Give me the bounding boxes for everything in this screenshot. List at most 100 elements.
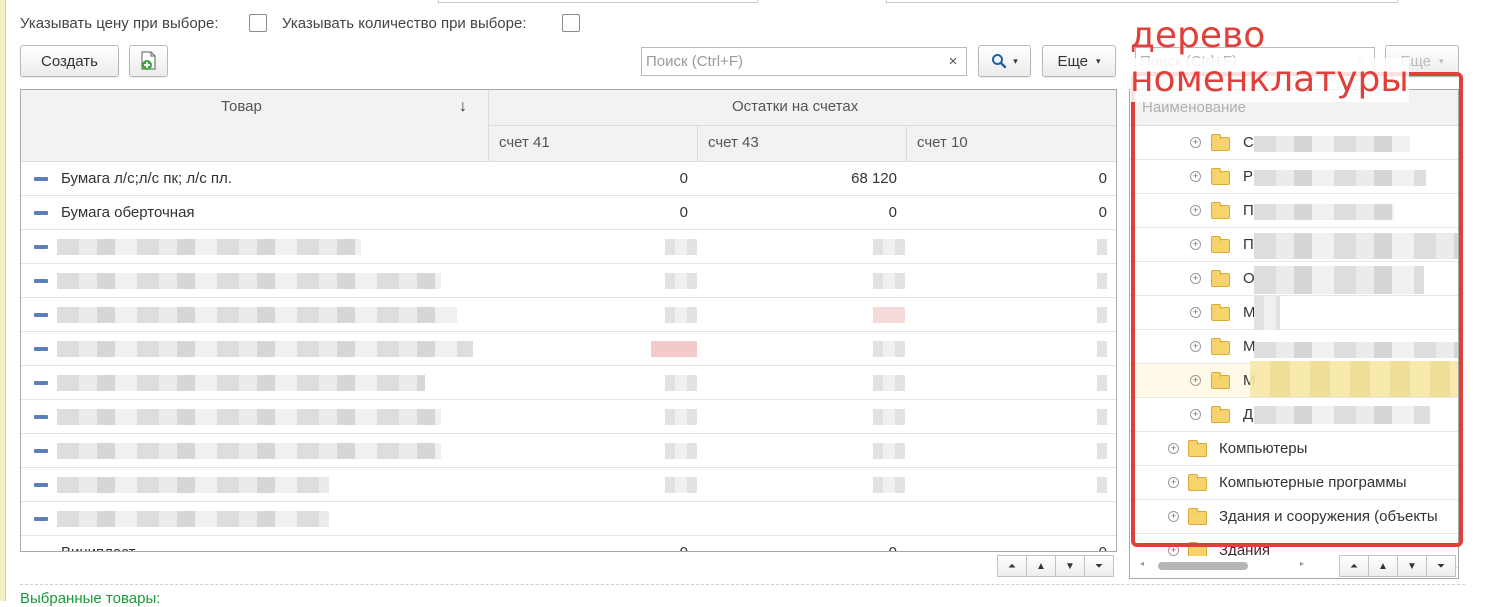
expand-icon[interactable]: +: [1190, 239, 1201, 250]
scroll-left-icon[interactable]: ◂: [1140, 559, 1144, 568]
create-copy-button[interactable]: [129, 45, 168, 77]
tree-item-selected[interactable]: + М: [1130, 361, 1458, 398]
expand-icon[interactable]: +: [1190, 171, 1201, 182]
tree-item[interactable]: + О: [1130, 262, 1458, 296]
scroll-right-icon[interactable]: ▸: [1300, 559, 1304, 568]
tree-scroll-bottom-button[interactable]: ⏷: [1426, 555, 1456, 577]
annotation-line-1: дерево: [1130, 15, 1266, 56]
table-row[interactable]: [21, 230, 1116, 264]
scroll-bottom-button[interactable]: ⏷: [1084, 555, 1114, 577]
redacted-value: [873, 443, 905, 459]
redacted-value: [1097, 375, 1107, 391]
tree-item[interactable]: + Д: [1130, 398, 1458, 432]
nomenclature-tree[interactable]: Наименование + С + Р + П + П + О + М + М…: [1129, 89, 1459, 579]
expand-icon[interactable]: +: [1190, 307, 1201, 318]
column-header-account-43[interactable]: счет 43: [698, 126, 907, 162]
search-clear-button[interactable]: ×: [940, 47, 967, 76]
account-10-value: 0: [1099, 544, 1107, 551]
create-button-label: Создать: [40, 52, 98, 70]
redacted-text: [1254, 266, 1424, 294]
window-left-border: [0, 0, 6, 601]
search-button[interactable]: ▾: [978, 45, 1031, 77]
show-price-checkbox[interactable]: [249, 14, 267, 32]
redacted-value: [1097, 477, 1107, 493]
scroll-top-button[interactable]: ⏶: [997, 555, 1027, 577]
table-row[interactable]: [21, 298, 1116, 332]
table-row[interactable]: [21, 332, 1116, 366]
tree-scroll-down-button[interactable]: ▼: [1397, 555, 1427, 577]
table-row[interactable]: [21, 366, 1116, 400]
tree-item[interactable]: + М: [1130, 330, 1458, 364]
tree-hscroll-thumb[interactable]: [1158, 562, 1248, 570]
expand-icon[interactable]: +: [1190, 137, 1201, 148]
tree-item-buildings-structures[interactable]: + Здания и сооружения (объекты: [1130, 500, 1458, 534]
column-header-account-10[interactable]: счет 10: [907, 126, 1116, 162]
redacted-text: [1254, 296, 1280, 330]
expand-icon[interactable]: +: [1190, 205, 1201, 216]
table-row[interactable]: Винипласт 0 0 0: [21, 536, 1116, 551]
tree-item-computers[interactable]: + Компьютеры: [1130, 432, 1458, 466]
last-icon: ⏷: [1095, 560, 1103, 572]
top-field-right[interactable]: [886, 0, 1398, 3]
account-10-value: 0: [1098, 204, 1107, 221]
expand-icon[interactable]: +: [1168, 443, 1179, 454]
top-field-left[interactable]: [438, 0, 758, 3]
account-43-value: 0: [889, 544, 897, 551]
tree-item[interactable]: + П: [1130, 194, 1458, 228]
table-row[interactable]: [21, 264, 1116, 298]
tree-item[interactable]: + М: [1130, 296, 1458, 330]
table-row[interactable]: [21, 502, 1116, 536]
table-row[interactable]: Бумага л/с;л/с пк; л/с пл. 0 68 120 0: [21, 162, 1116, 196]
scroll-up-button[interactable]: ▲: [1026, 555, 1056, 577]
search-placeholder: Поиск (Ctrl+F): [646, 53, 743, 70]
column-group-header-label: Остатки на счетах: [732, 98, 859, 115]
redacted-text: [57, 307, 457, 323]
redacted-text: [57, 341, 473, 357]
redacted-text: [1250, 361, 1458, 397]
product-name: Бумага л/с;л/с пк; л/с пл.: [61, 170, 232, 187]
expand-icon[interactable]: +: [1168, 545, 1179, 556]
tree-item-software[interactable]: + Компьютерные программы: [1130, 466, 1458, 500]
expand-icon[interactable]: +: [1168, 477, 1179, 488]
expand-icon[interactable]: +: [1190, 341, 1201, 352]
folder-icon: [1211, 134, 1230, 151]
redacted-text: [1254, 406, 1430, 424]
column-header-account-41-label: счет 41: [499, 134, 550, 151]
expand-icon[interactable]: +: [1190, 273, 1201, 284]
table-row[interactable]: [21, 468, 1116, 502]
tree-item-label: О: [1243, 270, 1255, 287]
tree-item[interactable]: + С: [1130, 126, 1458, 160]
column-header-account-41[interactable]: счет 41: [489, 126, 698, 162]
scroll-down-button[interactable]: ▼: [1055, 555, 1085, 577]
redacted-text: [57, 511, 329, 527]
column-header-product-label: Товар: [221, 98, 262, 115]
redacted-text: [1254, 204, 1394, 220]
expand-icon[interactable]: +: [1190, 409, 1201, 420]
tree-item[interactable]: + П: [1130, 228, 1458, 262]
tree-item-label: П: [1243, 236, 1254, 253]
folder-icon: [1211, 338, 1230, 355]
tree-scroll-up-button[interactable]: ▲: [1368, 555, 1398, 577]
create-button[interactable]: Создать: [20, 45, 119, 77]
expand-icon[interactable]: +: [1190, 375, 1201, 386]
products-table[interactable]: Товар ↓ Остатки на счетах счет 41 счет 4…: [20, 89, 1117, 552]
tree-scroll-top-button[interactable]: ⏶: [1339, 555, 1369, 577]
account-41-value: 0: [679, 204, 688, 221]
folder-icon: [1211, 304, 1230, 321]
redacted-value: [1097, 409, 1107, 425]
more-button-label: Еще: [1057, 52, 1088, 70]
redacted-value: [873, 239, 905, 255]
column-header-product[interactable]: Товар ↓: [21, 90, 489, 162]
chevron-down-icon: ▾: [1439, 55, 1444, 66]
table-row[interactable]: [21, 400, 1116, 434]
tree-item-label: Р: [1243, 168, 1254, 185]
redacted-text: [57, 443, 441, 459]
expand-icon[interactable]: +: [1168, 511, 1179, 522]
search-input[interactable]: Поиск (Ctrl+F): [641, 47, 941, 76]
table-row[interactable]: [21, 434, 1116, 468]
tree-item[interactable]: + Р: [1130, 160, 1458, 194]
table-row[interactable]: Бумага оберточная 0 0 0: [21, 196, 1116, 230]
product-icon: [34, 211, 48, 215]
more-button[interactable]: Еще ▾: [1042, 45, 1116, 77]
show-qty-checkbox[interactable]: [562, 14, 580, 32]
